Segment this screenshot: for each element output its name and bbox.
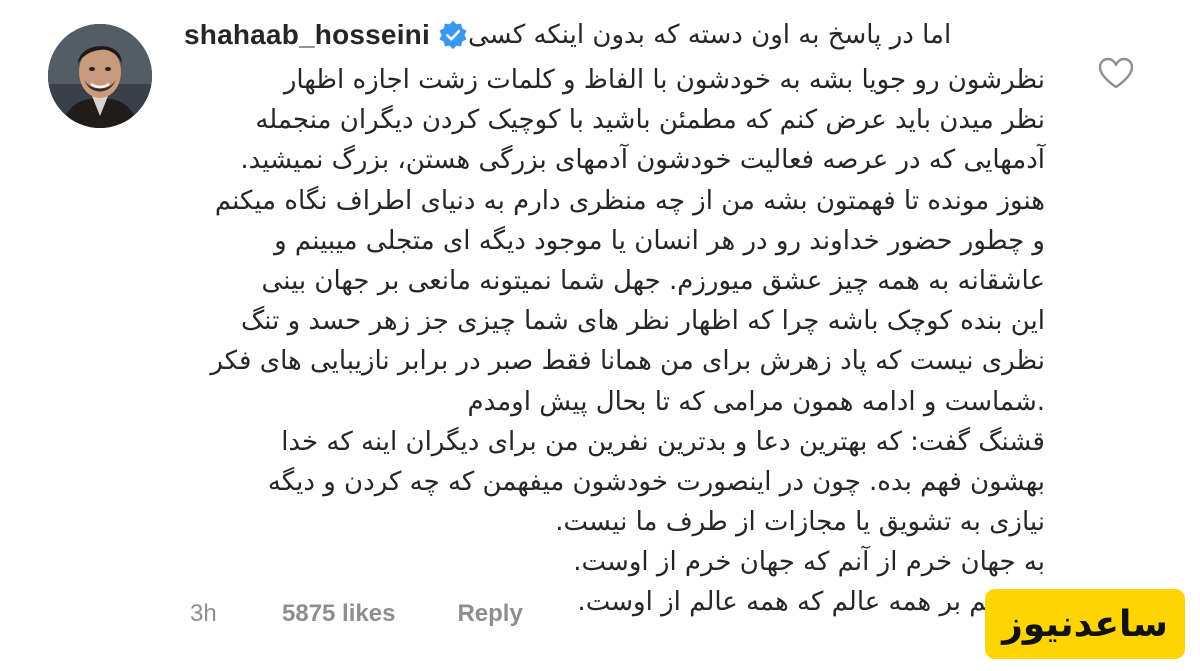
username[interactable]: shahaab_hosseini	[184, 19, 430, 51]
reply-button[interactable]: Reply	[457, 600, 522, 628]
comment-line: نظر میدن باید عرض کنم که مطمئن باشید با …	[255, 105, 1045, 136]
comment-line: قشنگ گفت: که بهترین دعا و بدترین نفرین م…	[281, 426, 1045, 457]
avatar[interactable]	[48, 24, 152, 128]
comment-footer: 3h 5875 likes Reply	[190, 600, 523, 628]
comment-line: به جهان خرم از آنم که جهان خرم از اوست.	[573, 547, 1045, 578]
comment-body: اما در پاسخ به اون دسته که بدون اینکه کس…	[170, 10, 1045, 623]
comment-line: نیازی به تشویق یا مجازات از طرف ما نیست.	[555, 507, 1045, 538]
instagram-comment-screen: اما در پاسخ به اون دسته که بدون اینکه کس…	[0, 0, 1200, 671]
verified-badge-icon	[439, 20, 467, 50]
watermark-logo: ساعدنیوز	[985, 589, 1185, 659]
username-link[interactable]: shahaab_hosseini	[184, 19, 468, 51]
profile-photo-icon	[48, 24, 152, 128]
comment-line: هنوز مونده تا فهمتون بشه من از چه منظری …	[214, 185, 1045, 216]
comment-line: عاشقانه به همه چیز عشق میورزم. جهل شما ن…	[261, 265, 1046, 296]
comment-first-line: اما در پاسخ به اون دسته که بدون اینکه کس…	[467, 20, 952, 50]
comment-line: نظری نیست که پاد زهرش برای من همانا فقط …	[210, 346, 1045, 377]
comment-header: اما در پاسخ به اون دسته که بدون اینکه کس…	[170, 10, 1045, 60]
comment-line: و چطور حضور خداوند رو در هر انسان یا موج…	[274, 225, 1045, 256]
comment-line: آدمهایی که در عرصه فعالیت خودشون آدمهای …	[240, 145, 1045, 176]
comment-line: نظرشون رو جویا بشه به خودشون با الفاظ و …	[283, 65, 1045, 95]
comment-text: نظرشون رو جویا بشه به خودشون با الفاظ و …	[170, 60, 1045, 623]
likes-count[interactable]: 5875 likes	[282, 600, 395, 628]
comment-line: بهشون فهم بده. چون در اینصورت خودشون میف…	[267, 466, 1045, 497]
comment-timestamp: 3h	[190, 600, 217, 627]
heart-outline-icon[interactable]	[1097, 56, 1135, 90]
comment-line: این بنده کوچک باشه چرا که اظهار نظر های …	[240, 306, 1045, 337]
comment-line: .شماست و ادامه همون مرامی که تا بحال پیش…	[467, 386, 1046, 417]
